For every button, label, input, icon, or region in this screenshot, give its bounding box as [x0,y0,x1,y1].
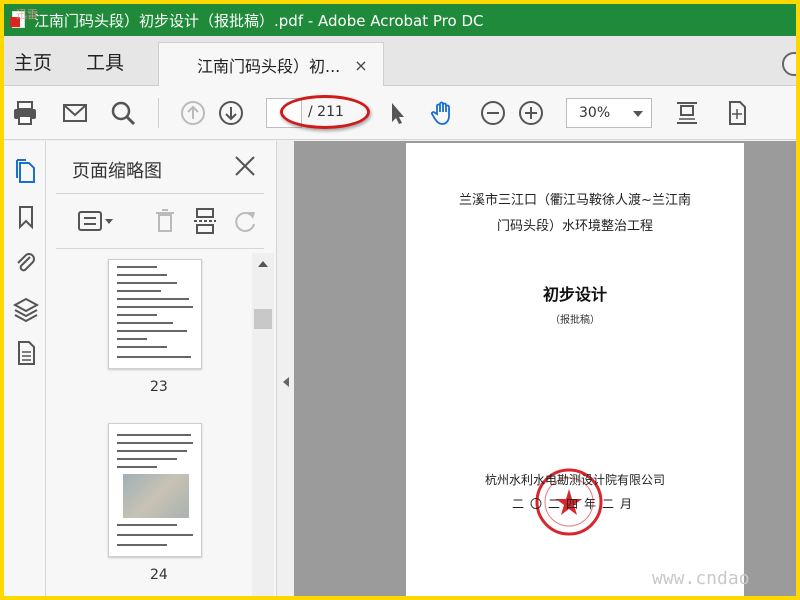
document-subheading: （报批稿） [550,315,600,326]
menu-home[interactable]: 主页 [14,48,52,75]
left-navigation-rail [4,141,46,596]
fit-page-icon[interactable] [672,98,702,128]
trash-icon[interactable] [150,206,180,236]
red-annotation-ellipse [280,95,370,129]
app-window: 江南门码头段）初步设计（报批稿）.pdf - Adobe Acrobat Pro… [4,4,796,596]
document-date: 二〇二四年二月 [511,497,638,511]
select-cursor-icon[interactable] [382,98,412,128]
email-icon[interactable] [60,98,90,128]
next-page-icon[interactable] [216,98,246,128]
thumbnail-page-23[interactable] [108,259,202,369]
rotate-view-icon[interactable] [722,98,752,128]
overlay-logo: 迅雷 [16,8,38,21]
page-thumbnails-icon[interactable] [12,157,40,185]
search-icon[interactable] [108,98,138,128]
panel-splitter[interactable] [276,141,294,596]
close-panel-icon[interactable] [232,153,258,179]
close-tab-icon[interactable]: × [354,56,367,75]
document-title-line-2: 门码头段）水环境整治工程 [496,219,653,234]
layers-icon[interactable] [12,295,40,323]
site-watermark: www.cndao [652,568,750,589]
scrollbar-thumb[interactable] [254,309,272,329]
main-toolbar: / 211 30% [4,86,796,140]
menu-tools[interactable]: 工具 [86,48,124,75]
chevron-down-icon [633,111,643,117]
zoom-level-select[interactable]: 30% [566,98,652,128]
title-bar: 江南门码头段）初步设计（报批稿）.pdf - Adobe Acrobat Pro… [4,4,796,36]
panel-toolbar [56,193,264,249]
toolbar-divider [158,98,159,128]
rotate-page-icon[interactable] [230,206,260,236]
document-title-line-1: 兰溪市三江口（衢江马鞍徐人渡~兰江南 [459,193,691,208]
attachment-icon[interactable] [12,249,40,277]
tab-bar: 主页 工具 江南门码头段）初... × [4,36,796,87]
hand-tool-icon[interactable] [428,98,458,128]
bookmark-icon[interactable] [12,203,40,231]
document-heading: 初步设计 [542,285,607,304]
zoom-out-icon[interactable] [478,98,508,128]
insert-page-icon[interactable] [190,206,220,236]
panel-title: 页面缩略图 [72,161,162,182]
document-tab[interactable]: 江南门码头段）初... × [158,42,384,87]
document-organization: 杭州水利水电勘测设计院有限公司 [484,473,665,487]
thumbnail-options-icon[interactable] [76,206,116,236]
help-icon[interactable] [782,52,796,76]
document-page: 兰溪市三江口（衢江马鞍徐人渡~兰江南 门码头段）水环境整治工程 初步设计 （报批… [406,143,744,596]
thumbnail-scrollbar[interactable] [252,253,274,596]
window-title: 江南门码头段）初步设计（报批稿）.pdf - Adobe Acrobat Pro… [34,11,484,30]
thumbnail-page-number: 23 [150,379,168,395]
page-content-icon[interactable] [12,339,40,367]
document-viewer[interactable]: 兰溪市三江口（衢江马鞍徐人渡~兰江南 门码头段）水环境整治工程 初步设计 （报批… [294,141,796,596]
thumbnail-page-number: 24 [150,567,168,583]
previous-page-icon[interactable] [178,98,208,128]
scroll-up-icon[interactable] [258,261,268,267]
zoom-level-value: 30% [579,105,611,121]
thumbnail-panel: 页面缩略图 23 24 [46,141,276,596]
document-tab-label: 江南门码头段）初... [197,57,341,76]
zoom-in-icon[interactable] [516,98,546,128]
thumbnail-map-image [123,474,189,518]
print-icon[interactable] [10,98,40,128]
collapse-panel-icon[interactable] [283,377,289,387]
thumbnail-page-24[interactable] [108,423,202,557]
